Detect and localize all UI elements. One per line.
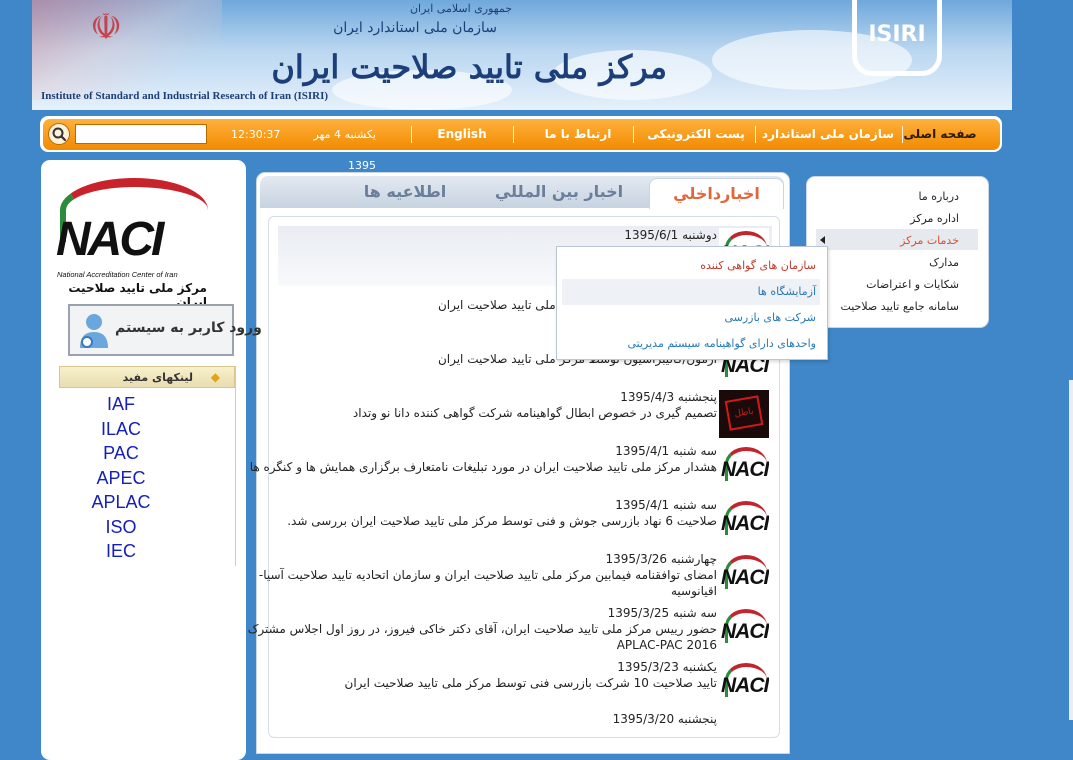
news-thumbnail[interactable]: NACI <box>719 660 769 708</box>
news-date: سه شنبه 1395/4/1 <box>615 498 717 512</box>
isiri-logo[interactable]: ISIRI <box>852 0 942 76</box>
nav-separator <box>633 126 634 143</box>
search-input[interactable] <box>75 124 207 144</box>
nav-separator <box>411 126 412 143</box>
dropdown-inspection-bodies[interactable]: شرکت های بازرسی <box>724 311 816 324</box>
tab-international-news[interactable]: اخبار بين المللي <box>490 176 628 208</box>
right-menu-about[interactable]: درباره ما <box>919 190 959 203</box>
nav-email[interactable]: پست الکترونیکی <box>640 119 752 150</box>
link-iso[interactable]: ISO <box>59 517 183 538</box>
news-title[interactable]: امضای توافقنامه فیمابین مرکز ملی تایید ص… <box>247 567 717 599</box>
site-header: ☫ جمهوری اسلامی ایران سازمان ملی استاندا… <box>32 0 1012 110</box>
news-date: پنجشنبه 1395/4/3 <box>620 390 717 404</box>
tab-internal-news[interactable]: اخبارداخلي <box>649 178 784 209</box>
header-line1: جمهوری اسلامی ایران <box>409 2 512 15</box>
main-nav: 12:30:37 یکشنبه 4 مهر 1395 English ارتبا… <box>43 119 1000 172</box>
useful-links-title: لینکهای مفید <box>122 371 193 384</box>
link-iaf[interactable]: IAF <box>59 394 183 415</box>
header-english-title: Institute of Standard and Industrial Res… <box>41 90 329 102</box>
news-thumbnail[interactable] <box>719 712 769 725</box>
news-date: سه شنبه 1395/3/25 <box>607 606 717 620</box>
nav-home[interactable]: صفحه اصلی <box>896 119 984 150</box>
news-date: پنجشنبه 1395/3/20 <box>612 712 717 726</box>
naci-logo-text: NACI <box>56 213 164 266</box>
news-date: دوشنبه 1395/6/1 <box>624 228 717 242</box>
nav-isiri[interactable]: سازمان ملی استاندارد <box>761 119 895 150</box>
right-menu-documents[interactable]: مدارک <box>929 256 959 269</box>
user-icon <box>80 314 108 348</box>
header-title: مرکز ملی تایید صلاحیت ایران <box>271 48 668 86</box>
arrow-icon: ◆ <box>210 370 220 384</box>
news-title[interactable]: صلاحیت 6 نهاد بازرسی جوش و فنی توسط مرکز… <box>247 513 717 529</box>
nav-separator <box>513 126 514 143</box>
page-scrollbar[interactable] <box>1069 380 1073 720</box>
dropdown-certified-units[interactable]: واحدهای دارای گواهینامه سیستم مدیریتی <box>627 337 816 350</box>
search-icon <box>52 127 67 142</box>
news-thumbnail[interactable]: NACI <box>719 498 769 546</box>
useful-links-header: لینکهای مفید ◆ <box>59 366 235 388</box>
login-label: ورود کاربر به سیستم <box>115 320 262 336</box>
link-apec[interactable]: APEC <box>59 468 183 489</box>
news-title[interactable]: تصمیم گیری در خصوص ابطال گواهینامه شرکت … <box>247 405 717 421</box>
search-button[interactable] <box>48 123 70 145</box>
iran-flag-graphic <box>32 0 222 100</box>
link-ilac[interactable]: ILAC <box>59 419 183 440</box>
news-thumbnail[interactable]: NACI <box>719 552 769 600</box>
right-menu-system[interactable]: سامانه جامع تایید صلاحیت <box>840 300 959 313</box>
news-date: سه شنبه 1395/4/1 <box>615 444 717 458</box>
clock: 12:30:37 <box>231 128 281 141</box>
nav-separator <box>755 126 756 143</box>
news-thumbnail[interactable]: NACI <box>719 606 769 654</box>
iran-emblem-icon: ☫ <box>89 7 123 48</box>
link-aplac[interactable]: APLAC <box>59 492 183 513</box>
nav-contact[interactable]: ارتباط با ما <box>523 119 633 150</box>
dropdown-laboratories[interactable]: آزمایشگاه ها <box>758 285 816 298</box>
tab-announcements[interactable]: اطلاعیه ها <box>340 176 470 208</box>
services-dropdown-items: سازمان های گواهی کننده آزمایشگاه ها شرکت… <box>556 246 826 358</box>
dropdown-certification-bodies[interactable]: سازمان های گواهی کننده <box>700 259 816 272</box>
link-pac[interactable]: PAC <box>59 443 183 464</box>
right-menu-services[interactable]: خدمات مرکز <box>900 234 959 247</box>
naci-english-name: National Accreditation Center of Iran <box>57 270 178 279</box>
news-date: یکشنبه 1395/3/23 <box>617 660 717 674</box>
nav-english[interactable]: English <box>418 119 506 150</box>
news-date: چهارشنبه 1395/3/26 <box>605 552 717 566</box>
news-thumbnail[interactable]: باطل <box>719 390 769 438</box>
submenu-arrow-icon <box>820 236 825 244</box>
news-title[interactable]: حضور رییس مرکز ملی تایید صلاحیت ایران، آ… <box>247 621 717 653</box>
right-menu-administration[interactable]: اداره مرکز <box>910 212 959 225</box>
news-thumbnail[interactable]: NACI <box>719 444 769 492</box>
right-menu-complaints[interactable]: شکایات و اعتراضات <box>866 278 959 291</box>
news-title[interactable]: تایید صلاحیت 10 شرکت بازرسی فنی توسط مرک… <box>247 675 718 691</box>
link-iec[interactable]: IEC <box>59 541 183 562</box>
header-line2: سازمان ملی استاندارد ایران <box>333 20 497 36</box>
news-title[interactable]: هشدار مرکز ملی تایید صلاحیت ایران در مور… <box>247 459 717 475</box>
